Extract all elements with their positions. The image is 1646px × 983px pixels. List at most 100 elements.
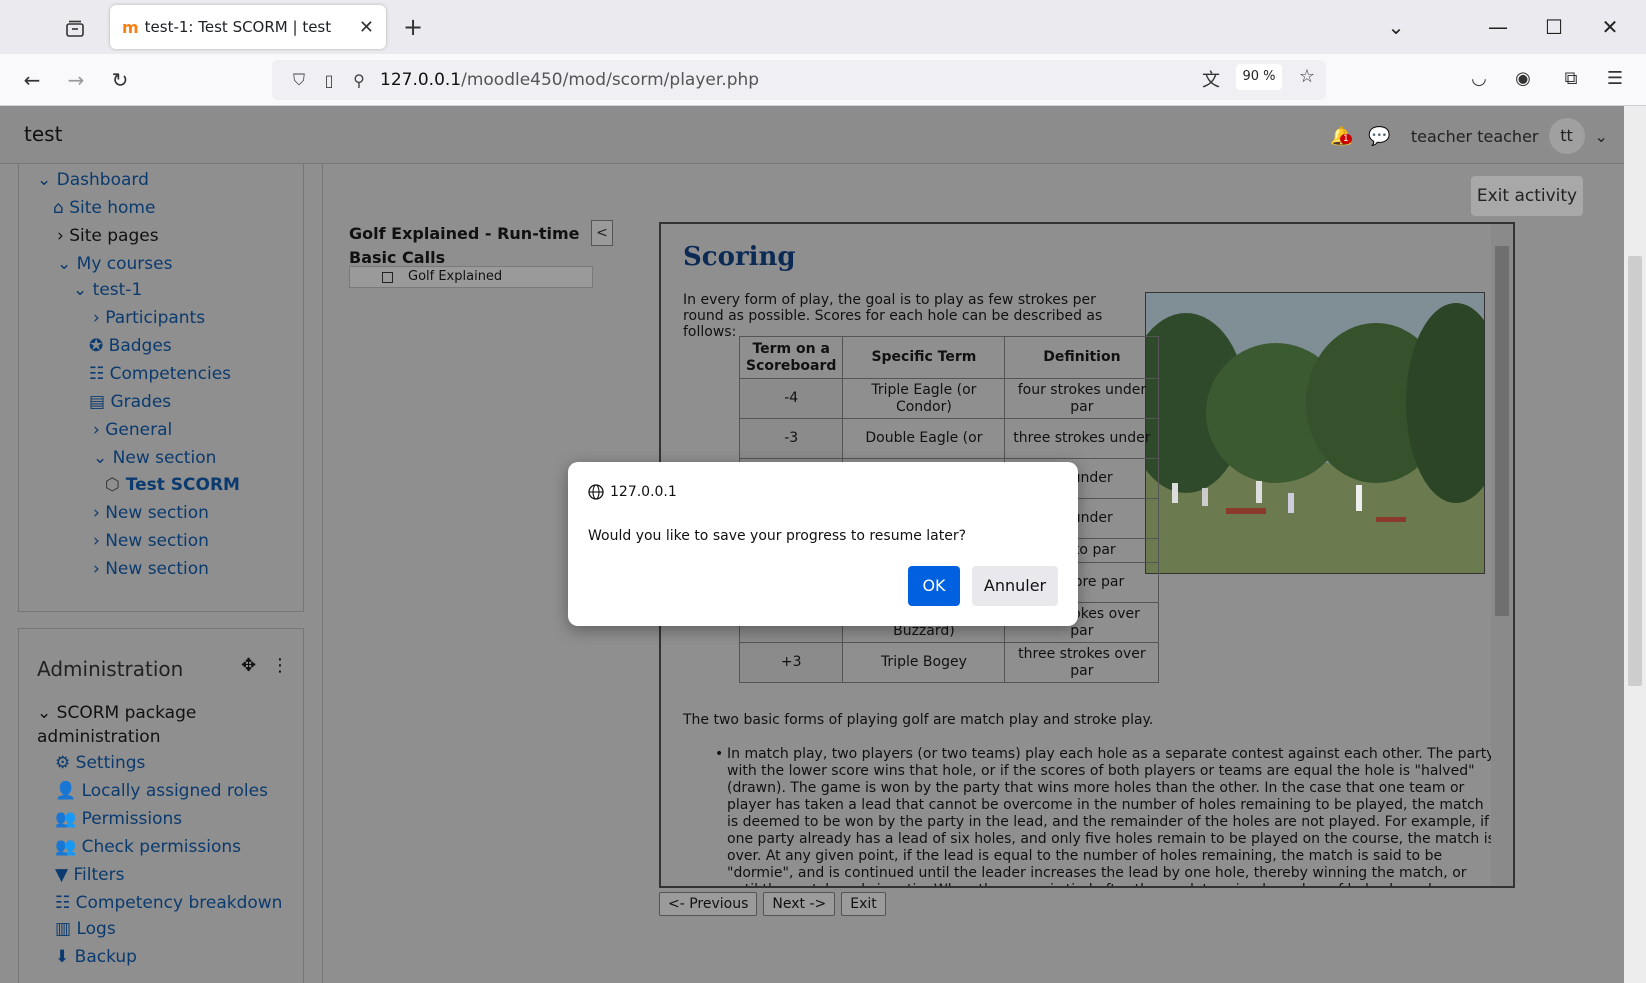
- new-tab-icon[interactable]: +: [400, 12, 426, 42]
- admin-backup[interactable]: ⬇ Backup: [55, 947, 137, 967]
- badge-icon: ✪: [89, 336, 104, 356]
- admin-competency-breakdown[interactable]: ☷ Competency breakdown: [55, 893, 282, 913]
- exit-activity-button[interactable]: Exit activity: [1471, 176, 1583, 216]
- bullet-icon: •: [715, 746, 724, 762]
- nav-new-section-3[interactable]: › New section: [93, 531, 209, 551]
- back-icon[interactable]: ←: [14, 62, 50, 98]
- admin-local-roles[interactable]: 👤 Locally assigned roles: [55, 781, 268, 801]
- chevron-right-icon: ›: [93, 531, 100, 551]
- chevron-right-icon: ›: [93, 503, 100, 523]
- account-icon[interactable]: ◉: [1508, 68, 1538, 89]
- dialog-origin-text: 127.0.0.1: [610, 484, 677, 500]
- chevron-right-icon: ›: [57, 226, 64, 246]
- chevron-right-icon: ›: [93, 308, 100, 328]
- nav-participants[interactable]: › Participants: [93, 308, 205, 328]
- golf-course-image: [1145, 292, 1485, 574]
- navigation-block: ⌄ Dashboard ⌂ Site home › Site pages ⌄ M…: [18, 164, 304, 612]
- globe-icon: [588, 484, 604, 500]
- admin-permissions[interactable]: 👥 Permissions: [55, 809, 182, 829]
- nav-scorm-admin[interactable]: ⌄ SCORM package administration: [37, 701, 287, 749]
- chevron-down-icon[interactable]: ⌄: [1595, 127, 1608, 146]
- page-scroll-thumb[interactable]: [1628, 256, 1642, 686]
- menu-icon[interactable]: ☰: [1600, 68, 1630, 89]
- home-icon: ⌂: [53, 198, 64, 218]
- table-header: Specific Term: [842, 336, 1006, 379]
- dialog-origin: 127.0.0.1: [588, 484, 677, 500]
- nav-competencies[interactable]: ☷ Competencies: [89, 364, 231, 384]
- tab-list-icon[interactable]: [60, 14, 90, 44]
- nav-dashboard[interactable]: ⌄ Dashboard: [37, 170, 149, 190]
- nav-test-scorm[interactable]: ⬡ Test SCORM: [105, 475, 240, 495]
- nav-toolbar: ← → ↻ ⛉ ▯ ⚲ 127.0.0.1/moodle450/mod/scor…: [0, 54, 1646, 106]
- nav-my-courses[interactable]: ⌄ My courses: [57, 254, 172, 274]
- tab-title: test-1: Test SCORM | test: [144, 18, 332, 36]
- messages-icon[interactable]: 💬: [1368, 126, 1390, 147]
- zoom-level[interactable]: 90 %: [1236, 64, 1282, 90]
- list-icon: ☷: [89, 364, 105, 384]
- move-icon[interactable]: ✥: [241, 655, 256, 676]
- moodle-favicon-icon: m: [122, 17, 139, 37]
- maximize-icon[interactable]: ☐: [1534, 10, 1574, 44]
- reload-icon[interactable]: ↻: [102, 62, 138, 98]
- admin-check-permissions[interactable]: 👥 Check permissions: [55, 837, 241, 857]
- forward-icon[interactable]: →: [58, 62, 94, 98]
- nav-site-pages[interactable]: › Site pages: [57, 226, 159, 246]
- nav-new-section-1[interactable]: ⌄ New section: [93, 448, 216, 468]
- admin-logs[interactable]: ▥ Logs: [55, 919, 116, 939]
- table-header: Term on a Scoreboard: [738, 336, 844, 379]
- url-host: 127.0.0.1: [380, 70, 462, 90]
- kebab-menu-icon[interactable]: ⋮: [271, 655, 289, 676]
- browser-chrome: m test-1: Test SCORM | test ✕ + ⌄ — ☐ ✕ …: [0, 0, 1646, 106]
- toc-item[interactable]: Golf Explained: [349, 266, 593, 288]
- tracking-shield-icon[interactable]: ⛉: [284, 70, 314, 90]
- frame-scrollbar[interactable]: [1491, 224, 1513, 886]
- chevron-down-icon: ⌄: [73, 280, 88, 300]
- close-tab-icon[interactable]: ✕: [359, 17, 374, 38]
- admin-filters[interactable]: ▼ Filters: [55, 865, 124, 885]
- translate-icon[interactable]: 文: [1196, 66, 1226, 92]
- extensions-icon[interactable]: ⧉: [1556, 68, 1586, 89]
- next-button[interactable]: Next ->: [763, 892, 836, 916]
- close-window-icon[interactable]: ✕: [1590, 10, 1630, 44]
- page-info-icon[interactable]: ▯: [314, 71, 344, 90]
- notification-bell-icon[interactable]: 🔔1: [1330, 126, 1352, 147]
- table-row: -3 Double Eagle (or three strokes under: [738, 418, 1160, 459]
- nav-general[interactable]: › General: [93, 420, 172, 440]
- nav-grades[interactable]: ▤ Grades: [89, 392, 171, 412]
- scorm-package-icon: ⬡: [105, 475, 120, 495]
- users-icon: 👥: [55, 809, 77, 829]
- previous-button[interactable]: <- Previous: [659, 892, 758, 916]
- nav-badges[interactable]: ✪ Badges: [89, 336, 172, 356]
- address-bar[interactable]: ⛉ ▯ ⚲ 127.0.0.1/moodle450/mod/scorm/play…: [272, 60, 1326, 100]
- page-header: test 🔔1 💬 teacher teacher tt ⌄: [0, 106, 1624, 164]
- grades-icon: ▤: [89, 392, 106, 412]
- pocket-icon[interactable]: ◡: [1464, 68, 1494, 89]
- admin-title: Administration: [37, 657, 184, 681]
- scroll-thumb[interactable]: [1495, 246, 1509, 616]
- bookmark-star-icon[interactable]: ☆: [1292, 66, 1322, 87]
- nav-new-section-4[interactable]: › New section: [93, 559, 209, 579]
- nav-site-home[interactable]: ⌂ Site home: [53, 198, 155, 218]
- user-name[interactable]: teacher teacher: [1411, 127, 1539, 146]
- browser-tab-active[interactable]: m test-1: Test SCORM | test ✕: [110, 5, 386, 49]
- match-play-item: • In match play, two players (or two team…: [715, 746, 1495, 886]
- forms-paragraph: The two basic forms of playing golf are …: [683, 712, 1154, 728]
- notification-count: 1: [1340, 133, 1352, 144]
- minimize-icon[interactable]: —: [1478, 10, 1518, 44]
- tab-overflow-chevron-icon[interactable]: ⌄: [1376, 10, 1416, 44]
- filter-icon: ▼: [55, 865, 69, 885]
- nav-new-section-2[interactable]: › New section: [93, 503, 209, 523]
- ok-button[interactable]: OK: [908, 566, 960, 606]
- table-header: Definition: [1004, 336, 1160, 379]
- toc-toggle-button[interactable]: <: [591, 220, 613, 246]
- checkbox-icon: [382, 272, 393, 283]
- user-menu: 🔔1 💬 teacher teacher tt ⌄: [1330, 118, 1608, 154]
- nav-course[interactable]: ⌄ test-1: [73, 280, 142, 300]
- cancel-button[interactable]: Annuler: [972, 566, 1058, 606]
- avatar[interactable]: tt: [1548, 118, 1585, 154]
- site-name[interactable]: test: [24, 122, 62, 146]
- admin-settings[interactable]: ⚙ Settings: [55, 753, 145, 773]
- page-scrollbar[interactable]: [1624, 106, 1646, 983]
- exit-button[interactable]: Exit: [841, 892, 886, 916]
- site-permissions-icon[interactable]: ⚲: [344, 71, 374, 90]
